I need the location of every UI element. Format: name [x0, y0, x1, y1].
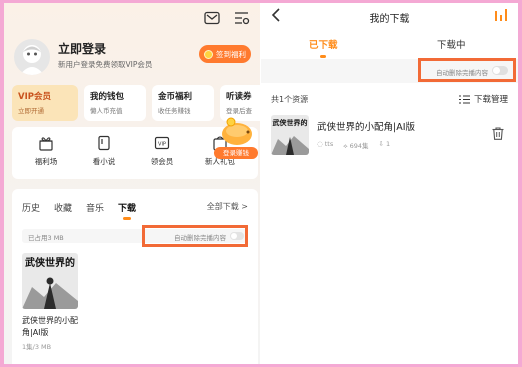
episodes: ⇩ 1	[379, 140, 391, 151]
downloads-panel: 我的下载 已下载 下载中 自动删除完播内容 共1个资源 下载管理 武侠世界的 武…	[261, 3, 518, 364]
book-cover-title: 武侠世界的	[25, 256, 75, 269]
screenshot-frame: 立即登录 新用户登录免费领取VIP会员 签到福利 VIP会员 立即开通 我的钱包…	[4, 3, 518, 364]
book-meta: 1集/3 MB	[22, 343, 52, 351]
tab-downloaded[interactable]: 已下载	[309, 37, 338, 51]
download-manage-label: 下载管理	[473, 95, 508, 105]
item-cover[interactable]: 武侠世界的	[271, 115, 309, 155]
play-count: 694集	[349, 142, 369, 150]
book-icon	[98, 135, 110, 151]
avatar-placeholder-icon	[20, 45, 44, 75]
author-icon: ◌	[317, 140, 325, 148]
vip-ticket-icon: VIP	[154, 136, 170, 150]
tab-favorites[interactable]: 收藏	[54, 201, 72, 214]
all-downloads-link[interactable]: 全部下载 >	[207, 201, 248, 212]
earn-tag[interactable]: 登录赚钱	[214, 147, 258, 159]
tab-history[interactable]: 历史	[22, 201, 40, 214]
vip-card-title: VIP会员	[18, 92, 51, 102]
download-manage-button[interactable]: 下载管理	[458, 93, 508, 105]
grid-item-welfare[interactable]: 福利场	[24, 135, 68, 167]
signin-bonus-button[interactable]: 签到福利	[199, 45, 251, 63]
grid-label: 福利场	[34, 157, 58, 166]
used-storage: 已占用3 MB	[28, 234, 64, 242]
highlight-box	[418, 58, 516, 82]
vip-card-subtitle: 立即开通	[18, 107, 44, 115]
resource-count: 共1个资源	[271, 95, 309, 104]
episode-count: 1	[386, 140, 391, 148]
grid-label: 领会员	[150, 157, 174, 166]
history-tabs: 历史 收藏 音乐 下载	[22, 201, 136, 214]
voucher-card-title: 听读券	[226, 92, 252, 102]
coin-welfare-card-subtitle: 收任务赚钱	[158, 107, 191, 115]
tab-downloads[interactable]: 下载	[118, 201, 136, 214]
login-title[interactable]: 立即登录	[58, 40, 106, 57]
coin-welfare-card[interactable]: 金币福利 收任务赚钱	[152, 85, 214, 121]
feature-cards: VIP会员 立即开通 我的钱包 懒人币充值 金币福利 收任务赚钱 听读券 登录后…	[12, 85, 260, 121]
item-meta: ◌ tts ⟡ 694集 ⇩ 1	[317, 140, 390, 151]
grid-item-novel[interactable]: 看小说	[82, 135, 126, 167]
svg-text:VIP: VIP	[158, 142, 166, 148]
wallet-card-title: 我的钱包	[90, 92, 125, 102]
book-title[interactable]: 武侠世界的小配角|AI版	[22, 315, 92, 339]
author: ◌ tts	[317, 140, 333, 151]
author-name: tts	[324, 140, 334, 148]
login-subtitle: 新用户登录免费领取VIP会员	[58, 60, 153, 69]
history-section: 历史 收藏 音乐 下载 全部下载 > 已占用3 MB 自动删除完播内容 武侠世界…	[12, 189, 258, 364]
coin-welfare-card-title: 金币福利	[158, 92, 193, 102]
profile-panel: 立即登录 新用户登录免费领取VIP会员 签到福利 VIP会员 立即开通 我的钱包…	[4, 3, 260, 364]
book-cover[interactable]: 武侠世界的	[22, 253, 78, 309]
wallet-card-subtitle: 懒人币充值	[90, 107, 123, 115]
item-cover-art: 武侠世界的	[271, 115, 309, 155]
vip-card[interactable]: VIP会员 立即开通	[12, 85, 78, 121]
highlight-box	[142, 225, 248, 247]
trash-icon[interactable]	[492, 127, 504, 140]
signin-bonus-label: 签到福利	[216, 49, 246, 59]
equalizer-icon[interactable]	[494, 9, 508, 21]
wallet-card[interactable]: 我的钱包 懒人币充值	[84, 85, 146, 121]
settings-list-icon[interactable]	[234, 11, 250, 25]
grid-item-vip[interactable]: VIP 领会员	[140, 135, 184, 167]
header-icons	[204, 11, 250, 25]
page-title: 我的下载	[369, 14, 410, 25]
piggy-bank-icon[interactable]	[218, 117, 256, 147]
tab-downloading[interactable]: 下载中	[437, 37, 466, 51]
grid-label: 看小说	[92, 157, 116, 166]
book-cover-art: 武侠世界的	[22, 253, 78, 309]
episode-icon: ⇩	[378, 140, 387, 148]
list-manage-icon	[458, 95, 470, 103]
item-cover-title: 武侠世界的	[273, 118, 308, 127]
tab-music[interactable]: 音乐	[86, 201, 104, 214]
voucher-card-subtitle: 登录后查	[226, 107, 252, 115]
plays: ⟡ 694集	[343, 140, 368, 151]
coin-icon	[204, 49, 213, 59]
gift-icon	[39, 137, 53, 151]
mail-icon[interactable]	[204, 11, 220, 25]
item-title[interactable]: 武侠世界的小配角|AI版	[317, 119, 415, 133]
voucher-card[interactable]: 听读券 登录后查	[220, 85, 260, 121]
avatar[interactable]	[14, 39, 50, 75]
